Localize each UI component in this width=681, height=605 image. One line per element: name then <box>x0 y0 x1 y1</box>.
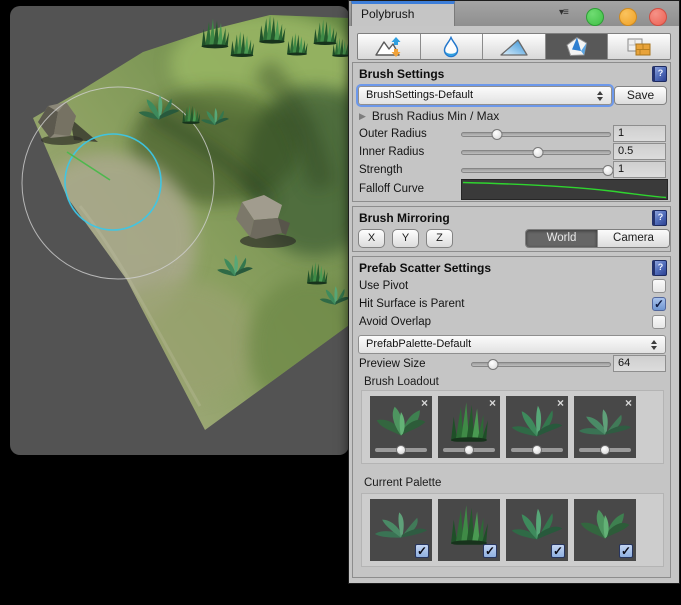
brush-radius-minmax-foldout[interactable]: ▶Brush Radius Min / Max <box>359 109 499 123</box>
palette-item-checkbox[interactable]: ✓ <box>415 544 429 558</box>
loadout-weight-slider[interactable] <box>579 448 631 452</box>
texture-bricks-icon <box>624 36 654 58</box>
current-palette-label: Current Palette <box>364 477 441 489</box>
droplet-icon <box>436 36 466 58</box>
fern-plant-icon <box>510 402 564 442</box>
use-pivot-checkbox[interactable] <box>652 279 666 293</box>
window-minimize-button[interactable] <box>619 8 637 26</box>
dropdown-arrow-icon <box>597 90 604 102</box>
brush-mirroring-section: Brush Mirroring ? X Y Z World Camera <box>352 206 671 252</box>
tool-paint-textures[interactable] <box>608 34 670 59</box>
pane-menu-icon[interactable]: ▾≡ <box>559 7 568 18</box>
terrain-render <box>10 6 349 455</box>
tool-paint-vertex-colors[interactable] <box>483 34 546 59</box>
hit-surface-parent-checkbox[interactable]: ✓ <box>652 297 666 311</box>
outer-radius-label: Outer Radius <box>359 128 427 140</box>
brush-settings-section: Brush Settings ? BrushSettings-Default S… <box>352 62 671 202</box>
falloff-curve <box>462 180 667 199</box>
brush-settings-preset-dropdown[interactable]: BrushSettings-Default <box>358 86 612 105</box>
prefab-scatter-header: Prefab Scatter Settings <box>359 261 491 275</box>
loadout-item-spread-plant[interactable]: × <box>574 396 636 458</box>
remove-item-icon[interactable]: × <box>421 396 428 410</box>
spread-plant-icon <box>374 505 428 545</box>
avoid-overlap-label: Avoid Overlap <box>359 316 431 328</box>
tool-raise-lower-mesh[interactable] <box>358 34 421 59</box>
leafy-plant-icon <box>578 505 632 545</box>
inner-radius-label: Inner Radius <box>359 146 424 158</box>
loadout-weight-slider[interactable] <box>443 448 495 452</box>
window-tab-polybrush[interactable]: Polybrush <box>351 1 455 26</box>
remove-item-icon[interactable]: × <box>557 396 564 410</box>
palette-item-checkbox[interactable]: ✓ <box>483 544 497 558</box>
tool-smooth-mesh[interactable] <box>421 34 484 59</box>
mirror-y-button[interactable]: Y <box>392 229 419 248</box>
prefab-scatter-section: Prefab Scatter Settings ? Use Pivot Hit … <box>352 256 671 578</box>
preview-size-field[interactable]: 64 <box>613 355 666 372</box>
palette-item-grass-clump[interactable]: ✓ <box>438 499 500 561</box>
palette-item-checkbox[interactable]: ✓ <box>551 544 565 558</box>
help-icon[interactable]: ? <box>652 210 667 226</box>
prefab-palette-dropdown[interactable]: PrefabPalette-Default <box>358 335 666 354</box>
strength-field[interactable]: 1 <box>613 161 666 178</box>
triangle-icon <box>499 36 529 58</box>
inner-radius-slider[interactable] <box>461 143 611 161</box>
brush-settings-header: Brush Settings <box>359 67 444 81</box>
loadout-item-leafy-plant[interactable]: × <box>370 396 432 458</box>
inner-radius-field[interactable]: 0.5 <box>613 143 666 160</box>
spread-plant-icon <box>578 402 632 442</box>
preview-size-label: Preview Size <box>359 358 425 370</box>
dropdown-arrow-icon <box>651 339 658 351</box>
palette-item-checkbox[interactable]: ✓ <box>619 544 633 558</box>
screenshot-root: Polybrush ▾≡ <box>0 0 681 605</box>
mirror-space-toggle: World Camera <box>525 229 670 248</box>
strength-slider[interactable] <box>461 161 611 179</box>
tool-scatter-prefabs[interactable] <box>546 34 609 59</box>
mountain-arrows-icon <box>374 36 404 58</box>
use-pivot-label: Use Pivot <box>359 280 408 292</box>
avoid-overlap-checkbox[interactable] <box>652 315 666 329</box>
foldout-triangle-icon: ▶ <box>359 111 366 121</box>
scene-view[interactable] <box>10 6 349 455</box>
palette-item-fern-plant[interactable]: ✓ <box>506 499 568 561</box>
current-palette-strip: ✓ ✓ ✓ ✓ <box>361 493 664 567</box>
loadout-weight-slider[interactable] <box>375 448 427 452</box>
loadout-item-grass-clump[interactable]: × <box>438 396 500 458</box>
palette-item-spread-plant[interactable]: ✓ <box>370 499 432 561</box>
hit-surface-parent-label: Hit Surface is Parent <box>359 298 464 310</box>
brush-loadout-label: Brush Loadout <box>364 376 439 388</box>
remove-item-icon[interactable]: × <box>625 396 632 410</box>
strength-label: Strength <box>359 164 402 176</box>
leafy-plant-icon <box>374 402 428 442</box>
mirror-space-camera[interactable]: Camera <box>597 230 669 247</box>
mode-toolbar <box>349 26 679 62</box>
window-zoom-button[interactable] <box>586 8 604 26</box>
rock-prefab-icon <box>562 36 592 58</box>
window-close-button[interactable] <box>649 8 667 26</box>
save-button[interactable]: Save <box>614 86 667 105</box>
brush-loadout-strip: × × × × <box>361 390 664 464</box>
fern-plant-icon <box>510 505 564 545</box>
mirror-x-button[interactable]: X <box>358 229 385 248</box>
outer-radius-slider[interactable] <box>461 125 611 143</box>
polybrush-window: Polybrush ▾≡ <box>348 0 680 584</box>
help-icon[interactable]: ? <box>652 66 667 82</box>
window-title: Polybrush <box>361 7 414 21</box>
falloff-curve-label: Falloff Curve <box>359 183 424 195</box>
remove-item-icon[interactable]: × <box>489 396 496 410</box>
window-titlebar[interactable]: Polybrush ▾≡ <box>349 1 679 27</box>
brush-mirroring-header: Brush Mirroring <box>359 211 450 225</box>
outer-radius-field[interactable]: 1 <box>613 125 666 142</box>
help-icon[interactable]: ? <box>652 260 667 276</box>
falloff-curve-field[interactable] <box>461 179 668 200</box>
check-icon: ✓ <box>654 297 664 311</box>
loadout-weight-slider[interactable] <box>511 448 563 452</box>
palette-item-leafy-plant[interactable]: ✓ <box>574 499 636 561</box>
preview-size-slider[interactable] <box>471 355 611 373</box>
grass-clump-icon <box>442 402 496 442</box>
grass-clump-icon <box>442 505 496 545</box>
mirror-space-world[interactable]: World <box>526 230 597 247</box>
loadout-item-fern-plant[interactable]: × <box>506 396 568 458</box>
mirror-z-button[interactable]: Z <box>426 229 453 248</box>
